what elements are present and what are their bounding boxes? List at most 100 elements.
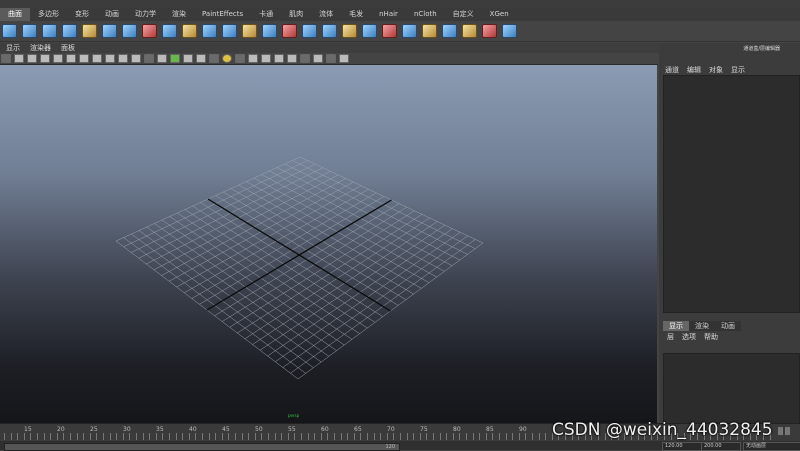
timeline-tick: 35: [156, 426, 164, 433]
fillet-icon[interactable]: [462, 24, 477, 38]
xray-icon[interactable]: [261, 54, 271, 63]
revolve-icon[interactable]: [82, 24, 97, 38]
timeline-tick-mark: [195, 433, 197, 440]
anti-aliasing-icon[interactable]: [235, 54, 245, 63]
resolution-gate-icon[interactable]: [79, 54, 89, 63]
camera-pan-icon[interactable]: [300, 54, 310, 63]
timeline-tick-mark: [499, 433, 500, 440]
range-slider: 120 120.00 200.00 无动画层: [0, 441, 800, 451]
nurbs-cylinder-icon[interactable]: [42, 24, 57, 38]
timeline-tick-mark: [287, 433, 289, 440]
isolate-select-icon[interactable]: [248, 54, 258, 63]
textured-icon[interactable]: [183, 54, 193, 63]
planar-icon[interactable]: [162, 24, 177, 38]
layer-tab-display[interactable]: 显示: [663, 321, 689, 331]
wireframe-on-shaded-icon[interactable]: [170, 54, 180, 63]
align-surface-icon[interactable]: [282, 24, 297, 38]
extrude-icon[interactable]: [122, 24, 137, 38]
play-backward-icon[interactable]: [778, 427, 783, 435]
insert-isoparm-icon[interactable]: [322, 24, 337, 38]
channel-box-menu-show[interactable]: 显示: [731, 65, 745, 75]
play-forward-icon[interactable]: [785, 427, 790, 435]
channel-box-area[interactable]: [663, 75, 800, 313]
timeline-tick-mark: [30, 433, 32, 440]
birail-icon[interactable]: [182, 24, 197, 38]
nurbs-torus-icon[interactable]: [62, 24, 77, 38]
untrim-icon[interactable]: [402, 24, 417, 38]
shelf-tab-animation[interactable]: 动画: [97, 8, 127, 21]
layer-tab-anim[interactable]: 动画: [715, 321, 741, 331]
open-close-surface-icon[interactable]: [302, 24, 317, 38]
layer-editor-tabs: 显示 渲染 动画: [663, 321, 741, 331]
xray-joints-icon[interactable]: [274, 54, 284, 63]
sculpt-tool-icon[interactable]: [442, 24, 457, 38]
detach-surface-icon[interactable]: [262, 24, 277, 38]
gamma-icon[interactable]: [326, 54, 336, 63]
use-all-lights-icon[interactable]: [196, 54, 206, 63]
trim-tool-icon[interactable]: [382, 24, 397, 38]
shadows-icon[interactable]: [209, 54, 219, 63]
ambient-occlusion-icon[interactable]: [222, 54, 232, 63]
channel-box-menu-channels[interactable]: 通道: [665, 65, 679, 75]
exposure-icon[interactable]: [339, 54, 349, 63]
film-gate-icon[interactable]: [66, 54, 76, 63]
loft-icon[interactable]: [102, 24, 117, 38]
shelf-tab-fluids[interactable]: 流体: [311, 8, 341, 21]
boundary-icon[interactable]: [202, 24, 217, 38]
layer-menu-help[interactable]: 帮助: [704, 332, 718, 342]
safe-action-icon[interactable]: [118, 54, 128, 63]
timeline-tick-mark: [89, 433, 91, 440]
image-plane-icon[interactable]: [40, 54, 50, 63]
shelf-tab-painteffects[interactable]: PaintEffects: [194, 8, 251, 21]
square-surface-icon[interactable]: [222, 24, 237, 38]
channel-box-menu-edit[interactable]: 编辑: [687, 65, 701, 75]
timeline-tick-mark: [281, 433, 283, 440]
layer-tab-render[interactable]: 渲染: [689, 321, 715, 331]
timeline-tick: 25: [90, 426, 98, 433]
shelf-tab-deform[interactable]: 变形: [67, 8, 97, 21]
timeline-tick-mark: [116, 433, 118, 440]
shelf-tab-xgen[interactable]: XGen: [482, 8, 517, 21]
rebuild-surface-icon[interactable]: [422, 24, 437, 38]
perspective-viewport[interactable]: persp: [0, 65, 657, 423]
timeline-tick-mark: [155, 433, 157, 440]
shelf-tab-dynamics[interactable]: 动力学: [127, 8, 164, 21]
viewport2-icon[interactable]: [313, 54, 323, 63]
bookmark-icon[interactable]: [27, 54, 37, 63]
layer-menu-layers[interactable]: 层: [667, 332, 674, 342]
channel-box-menu-object[interactable]: 对象: [709, 65, 723, 75]
gate-mask-icon[interactable]: [92, 54, 102, 63]
shelf-tab-fur[interactable]: 毛发: [341, 8, 371, 21]
offset-surface-icon[interactable]: [362, 24, 377, 38]
field-chart-icon[interactable]: [105, 54, 115, 63]
panel-menu-display[interactable]: 显示: [6, 43, 20, 53]
panel-menu-renderer[interactable]: 渲染器: [30, 43, 51, 53]
shelf-tab-ncloth[interactable]: nCloth: [406, 8, 445, 21]
shelf-tab-custom[interactable]: 自定义: [445, 8, 482, 21]
shelf-tab-surfaces[interactable]: 曲面: [0, 8, 30, 21]
panel-menu-panels[interactable]: 面板: [61, 43, 75, 53]
safe-title-icon[interactable]: [131, 54, 141, 63]
nurbs-plane-icon[interactable]: [22, 24, 37, 38]
layer-menu-options[interactable]: 选项: [682, 332, 696, 342]
smooth-shade-icon[interactable]: [157, 54, 167, 63]
shelf-tab-toon[interactable]: 卡通: [251, 8, 281, 21]
nurbs-sphere-icon[interactable]: [2, 24, 17, 38]
bevel-icon[interactable]: [142, 24, 157, 38]
shelf-tab-polygons[interactable]: 多边形: [30, 8, 67, 21]
shelf-tab-nhair[interactable]: nHair: [371, 8, 406, 21]
grid-toggle-icon[interactable]: [53, 54, 63, 63]
layer-list-area[interactable]: [663, 353, 800, 425]
xray-components-icon[interactable]: [287, 54, 297, 63]
camera-attributes-icon[interactable]: [14, 54, 24, 63]
stitch-icon[interactable]: [482, 24, 497, 38]
shelf-tab-rendering[interactable]: 渲染: [164, 8, 194, 21]
surface-editing-icon[interactable]: [502, 24, 517, 38]
layer-editor-menu: 层 选项 帮助: [667, 332, 718, 342]
wireframe-icon[interactable]: [144, 54, 154, 63]
shelf-tab-muscle[interactable]: 肌肉: [281, 8, 311, 21]
attach-surface-icon[interactable]: [242, 24, 257, 38]
extend-surface-icon[interactable]: [342, 24, 357, 38]
timeline-tick-mark: [446, 433, 448, 440]
select-camera-icon[interactable]: [1, 54, 11, 63]
